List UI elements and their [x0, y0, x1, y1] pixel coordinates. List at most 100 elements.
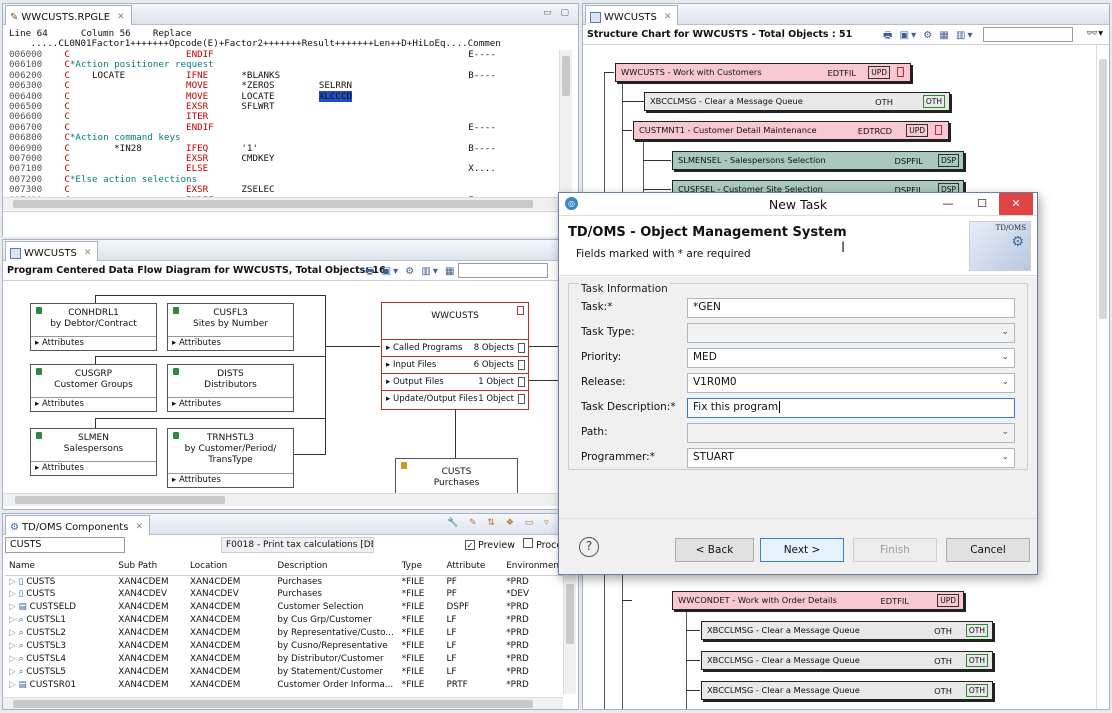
structure-node-xbcclmsg-3[interactable]: XBCCLMSG - Clear a Message Queue OTH OTH	[701, 651, 993, 670]
minimize-button[interactable]: —	[931, 193, 965, 215]
structure-toolbar-icons[interactable]: 🖶 ▣▾ ⚙ ▦ ▥▾	[883, 28, 975, 45]
column-header[interactable]: Description	[273, 558, 398, 576]
expand-icon: ▷	[9, 679, 19, 690]
path-select[interactable]: ⌄	[687, 423, 1015, 443]
cell: *FILE	[401, 628, 425, 638]
column-header[interactable]: Attribute	[442, 558, 503, 576]
attributes-toggle[interactable]: ▸ Attributes	[31, 336, 156, 350]
structure-vscroll[interactable]	[1096, 45, 1109, 709]
dataflow-node-dists[interactable]: DISTS Distributors ▸ Attributes	[167, 364, 294, 412]
table-row[interactable]: ▷ ▤ CUSTSR01 XAN4CDEM XAN4CDEM Customer Ord…	[5, 678, 563, 691]
next-button[interactable]: Next >	[760, 538, 844, 562]
structure-search-input[interactable]	[983, 27, 1073, 42]
help-icon[interactable]: ?	[579, 537, 599, 557]
table-row[interactable]: ▷ ⌕ CUSTSL3 XAN4CDEM XAN4CDEM by Cusno/Repr…	[5, 639, 563, 652]
back-button[interactable]: < Back	[675, 538, 754, 562]
tree-line	[604, 72, 614, 73]
task-type-select[interactable]: ⌄	[687, 323, 1015, 343]
file-icon	[401, 462, 407, 469]
editor-hscroll[interactable]	[3, 197, 559, 210]
attributes-toggle[interactable]: ▸ Attributes	[168, 397, 293, 411]
update-output-files-row[interactable]: ▸ Update/Output Files 1 Object	[382, 390, 528, 407]
close-icon[interactable]: ✕	[135, 522, 143, 532]
task-selector[interactable]: F0018 - Print tax calculations [DEMXA *	[221, 537, 374, 553]
cell: XAN4CDEM	[190, 679, 241, 690]
table-row[interactable]: ▷ ⌕ CUSTSL4 XAN4CDEM XAN4CDEM by Distributo…	[5, 652, 563, 665]
column-header[interactable]: Type	[397, 558, 443, 576]
components-search-input[interactable]: CUSTS	[5, 537, 125, 553]
structure-node-wwcusts[interactable]: WWCUSTS - Work with Customers EDTFIL UPD	[615, 63, 911, 82]
tab-dataflow[interactable]: WWCUSTS ✕	[5, 241, 99, 261]
file-icon	[173, 432, 179, 439]
task-input[interactable]: *GEN	[687, 298, 1015, 318]
dataflow-node-custs[interactable]: CUSTS Purchases	[395, 458, 518, 498]
called-programs-row[interactable]: ▸ Called Programs 8 Objects	[382, 339, 528, 356]
column-header[interactable]: Location	[186, 558, 274, 576]
db-icon	[518, 343, 525, 353]
column-header[interactable]: Name	[5, 558, 115, 576]
dataflow-node-slmen[interactable]: SLMEN Salespersons ▸ Attributes	[30, 428, 157, 476]
attributes-toggle[interactable]: ▸ Attributes	[31, 461, 156, 475]
priority-select[interactable]: MED ⌄	[687, 348, 1015, 368]
tab-structure[interactable]: WWCUSTS ✕	[585, 5, 679, 25]
output-files-row[interactable]: ▸ Output Files 1 Object	[382, 373, 528, 390]
table-row[interactable]: ▷ ▤ CUSTSELD XAN4CDEM XAN4CDEM Customer Sel…	[5, 601, 563, 614]
cell-name: ▷ ▤ CUSTSELD	[9, 602, 77, 613]
components-hscroll[interactable]	[3, 697, 563, 709]
editor-vscroll[interactable]	[559, 50, 572, 198]
tab-components[interactable]: ⚙ TD/OMS Components ✕	[5, 515, 150, 535]
tab-editor[interactable]: ✎ WWCUSTS.RPGLE ✕	[5, 5, 132, 25]
cell: *PRD	[506, 615, 529, 626]
close-icon[interactable]: ✕	[117, 12, 125, 22]
attributes-toggle[interactable]: ▸ Attributes	[31, 397, 156, 411]
structure-node-slmensel[interactable]: SLMENSEL - Salespersons Selection DSPFIL D…	[672, 151, 964, 170]
structure-node-xbcclmsg-4[interactable]: XBCCLMSG - Clear a Message Queue OTH OTH	[701, 681, 993, 700]
maximize-button[interactable]: ☐	[965, 193, 999, 215]
node-name: CUSGRP	[74, 369, 113, 379]
table-row[interactable]: ▷ ⌕ CUSTSL1 XAN4CDEM XAN4CDEM by Cus Grp/Cu…	[5, 614, 563, 627]
structure-node-xbcclmsg[interactable]: XBCCLMSG - Clear a Message Queue OTH OTH	[644, 92, 950, 111]
cell: XAN4CDEM	[118, 602, 169, 613]
components-table[interactable]: Name Sub Path Location Description Type Attri…	[5, 558, 563, 691]
dataflow-node-conhdrl1[interactable]: CONHDRL1 by Debtor/Contract ▸ Attributes	[30, 303, 157, 351]
expand-icon: ▷	[9, 602, 19, 613]
column-header[interactable]: Environmen	[502, 558, 563, 576]
attributes-toggle[interactable]: ▸ Attributes	[168, 336, 293, 350]
close-icon[interactable]: ✕	[84, 248, 92, 258]
table-row[interactable]: ▷ ⌕ CUSTSL5 XAN4CDEM XAN4CDEM by Statement/…	[5, 665, 563, 678]
diagram-toolbar-icons[interactable]: 🖶 ▣▾ ⚙ ▥▾ ▦	[365, 264, 457, 281]
structure-node-custmnt1[interactable]: CUSTMNT1 - Customer Detail Maintenance ED…	[633, 121, 949, 140]
dataflow-hscroll[interactable]	[3, 493, 578, 506]
dataflow-node-cusfl3[interactable]: CUSFL3 Sites by Number ▸ Attributes	[167, 303, 294, 351]
release-select[interactable]: V1R0M0 ⌄	[687, 373, 1015, 393]
table-row[interactable]: ▷ ⌕ CUSTSL2 XAN4CDEM XAN4CDEM by Representa…	[5, 627, 563, 640]
view-toolbar-icons[interactable]: 🔧 ✎ ⇅ ❖ ▭ ▿ ▭	[447, 518, 572, 528]
node-desc: by Debtor/Contract	[50, 319, 137, 329]
cell: Customer Selection	[277, 602, 364, 613]
finish-button[interactable]: Finish	[853, 538, 937, 562]
attributes-toggle[interactable]: ▸ Attributes	[168, 473, 293, 487]
cell: LF	[446, 628, 457, 638]
structure-node-xbcclmsg-2[interactable]: XBCCLMSG - Clear a Message Queue OTH OTH	[701, 621, 993, 640]
programmer-select[interactable]: STUART ⌄	[687, 448, 1015, 468]
minimize-maximize-icon[interactable]: ▭ ▢	[543, 8, 572, 18]
table-row[interactable]: ▷ ▯ CUSTS XAN4CDEV XAN4CDEV Purchases *FILE P…	[5, 588, 563, 601]
cancel-button[interactable]: Cancel	[946, 538, 1030, 562]
components-vscroll[interactable]	[563, 574, 576, 694]
dataflow-search-input[interactable]	[458, 263, 548, 278]
code-area[interactable]: 006000 C ENDIF E---- 006100 C*Action posi…	[9, 50, 564, 206]
tree-line	[643, 160, 671, 161]
input-files-row[interactable]: ▸ Input Files 6 Objects	[382, 356, 528, 373]
document-icon	[935, 125, 942, 135]
column-header[interactable]: Sub Path	[114, 558, 187, 576]
dataflow-center-node[interactable]: WWCUSTS ▸ Called Programs 8 Objects ▸ Inp…	[381, 302, 529, 410]
close-icon[interactable]: ✕	[664, 12, 672, 22]
dataflow-node-cusgrp[interactable]: CUSGRP Customer Groups ▸ Attributes	[30, 364, 157, 412]
structure-node-wwcondet[interactable]: WWCONDET - Work with Order Details EDTFIL…	[672, 591, 964, 610]
task-description-input[interactable]: Fix this program	[687, 398, 1015, 418]
binoculars-icon[interactable]: 👓▾	[1086, 28, 1103, 39]
dataflow-node-trnhstl3[interactable]: TRNHSTL3 by Customer/Period/ TransType ▸ …	[167, 428, 294, 488]
chart-icon	[590, 11, 601, 23]
close-button[interactable]: ✕	[999, 193, 1033, 215]
table-row[interactable]: ▷ ▯ CUSTS XAN4CDEM XAN4CDEM Purchases *FILE P…	[5, 575, 563, 588]
